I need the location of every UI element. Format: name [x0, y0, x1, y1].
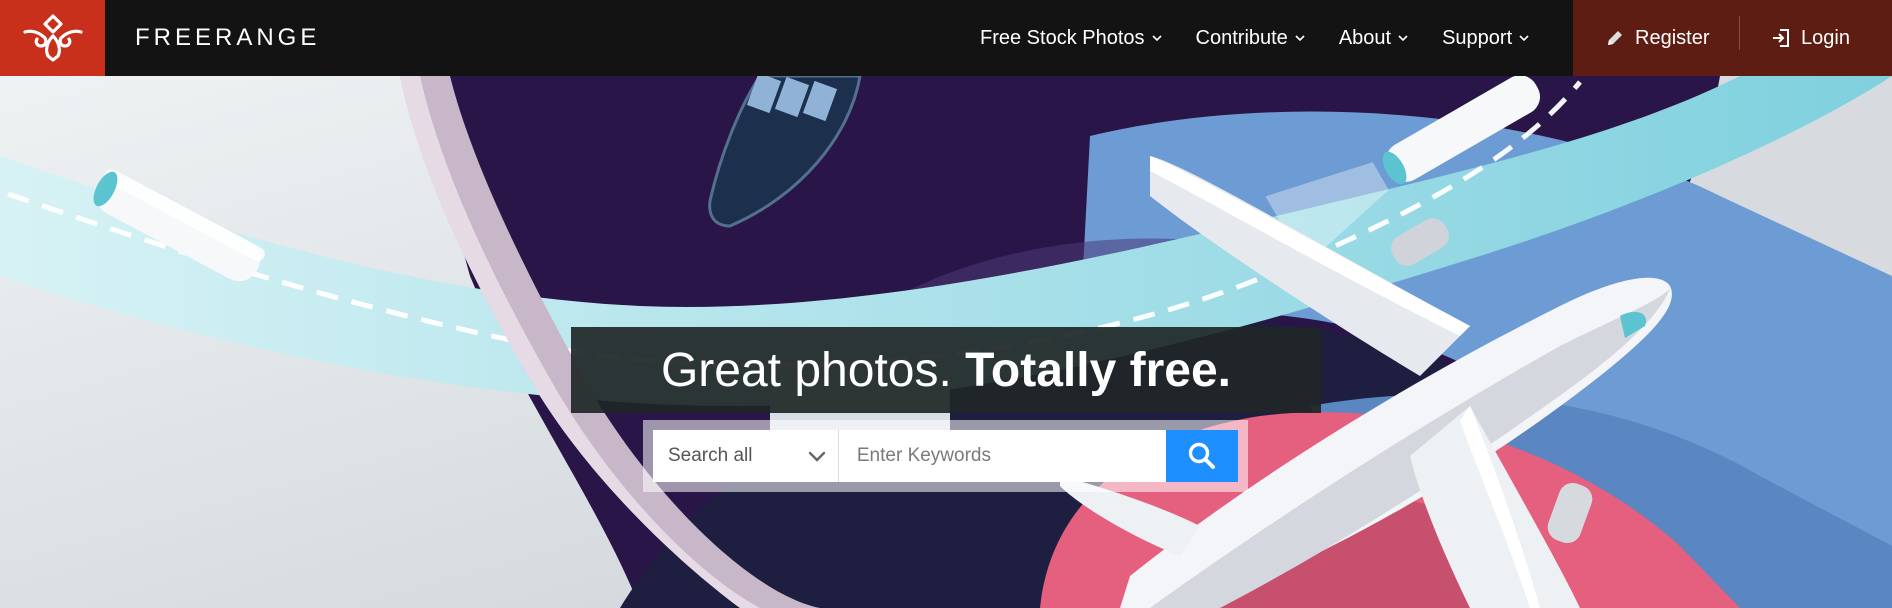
search-input[interactable] — [838, 430, 1166, 482]
sign-in-icon — [1773, 29, 1789, 47]
top-navbar: FREERANGE Free Stock Photos Contribute A… — [0, 0, 1892, 76]
chevron-down-icon — [1295, 34, 1305, 42]
chevron-down-icon — [808, 451, 826, 462]
search-button[interactable] — [1165, 430, 1238, 482]
register-label: Register — [1635, 26, 1710, 49]
brand-name[interactable]: FREERANGE — [135, 0, 320, 76]
pencil-icon — [1608, 31, 1622, 45]
nav-support[interactable]: Support — [1442, 27, 1529, 50]
chevron-down-icon — [1151, 34, 1162, 42]
search-bar: Search all — [653, 430, 1238, 482]
nav-label: About — [1338, 26, 1392, 49]
main-nav: Free Stock Photos Contribute About Suppo… — [980, 0, 1563, 76]
chevron-down-icon — [1398, 34, 1408, 42]
chevron-down-icon — [1519, 34, 1529, 42]
search-icon — [1188, 442, 1215, 469]
auth-divider — [1739, 16, 1740, 50]
hero-headline-box: Great photos. Totally free. — [571, 327, 1321, 413]
nav-label: Free Stock Photos — [980, 26, 1145, 49]
logo-link[interactable] — [0, 0, 105, 76]
search-container: Search all — [643, 420, 1248, 492]
search-scope-value: Search all — [668, 445, 753, 466]
login-label: Login — [1801, 26, 1850, 49]
nav-label: Contribute — [1195, 26, 1288, 49]
freerange-leaf-logo-icon — [22, 14, 83, 62]
register-link[interactable]: Register — [1605, 0, 1709, 76]
headline-bold-text: Totally free. — [965, 343, 1232, 397]
hero-section: Great photos. Totally free. Search all — [0, 76, 1892, 608]
login-link[interactable]: Login — [1771, 0, 1850, 76]
nav-about[interactable]: About — [1339, 27, 1408, 50]
headline-light-text: Great photos. — [660, 343, 952, 397]
nav-free-stock-photos[interactable]: Free Stock Photos — [980, 27, 1162, 50]
search-scope-select[interactable]: Search all — [653, 430, 839, 482]
hero-headline: Great photos. Totally free. — [661, 343, 1231, 398]
nav-contribute[interactable]: Contribute — [1196, 27, 1305, 50]
nav-label: Support — [1442, 26, 1513, 49]
